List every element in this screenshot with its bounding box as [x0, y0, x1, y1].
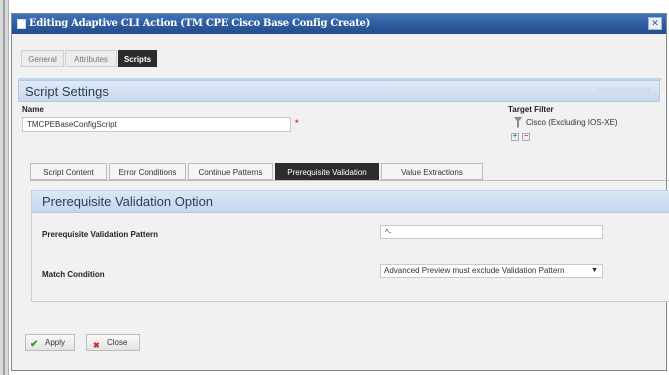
tab-continue-patterns[interactable]: Continue Patterns [188, 163, 273, 180]
prerequisite-validation-header: Prerequisite Validation Option [32, 191, 669, 213]
left-edge-stripe [3, 0, 5, 375]
tab-scripts[interactable]: Scripts [118, 50, 157, 67]
document-icon [17, 19, 26, 29]
close-x-icon: ✖ [93, 341, 100, 350]
dialog-titlebar[interactable]: Editing Adaptive CLI Action (TM CPE Cisc… [12, 14, 666, 34]
dialog-title: Editing Adaptive CLI Action (TM CPE Cisc… [29, 18, 371, 29]
tab-value-extractions[interactable]: Value Extractions [381, 163, 483, 180]
tab-script-content[interactable]: Script Content [30, 163, 107, 180]
required-marker: * [295, 118, 299, 128]
name-input[interactable]: TMCPEBaseConfigScript [22, 117, 291, 132]
close-button[interactable]: ✖ Close [86, 334, 140, 351]
tab-general[interactable]: General [21, 50, 64, 67]
match-condition-select[interactable]: Advanced Preview must exclude Validation… [380, 264, 603, 278]
sub-tab-underline [30, 180, 669, 181]
checkmark-icon: ✔ [30, 339, 39, 350]
script-settings-title: Script Settings [25, 84, 109, 99]
apply-button-label: Apply [45, 338, 66, 347]
validation-pattern-label: Prerequisite Validation Pattern [42, 230, 159, 239]
add-filter-icon[interactable]: + [511, 133, 519, 141]
match-condition-value: Advanced Preview must exclude Validation… [384, 266, 565, 275]
remove-filter-icon[interactable]: − [522, 133, 530, 141]
tab-prerequisite-validation[interactable]: Prerequisite Validation [275, 163, 379, 180]
target-filter-item[interactable]: Cisco (Excluding IOS-XE) [526, 118, 618, 127]
edit-action-dialog: Editing Adaptive CLI Action (TM CPE Cisc… [11, 13, 669, 371]
target-filter-label: Target Filter [508, 105, 554, 114]
dialog-close-icon[interactable]: ✕ [648, 17, 662, 30]
apply-button[interactable]: ✔ Apply [25, 334, 75, 351]
match-condition-label: Match Condition [42, 270, 105, 279]
script-sub-tab-bar: Script Content Error Conditions Continue… [30, 163, 483, 180]
close-button-label: Close [107, 338, 128, 347]
script-settings-header: Script Settings Fetch from Script [18, 80, 660, 102]
prerequisite-validation-panel: Prerequisite Validation Option Prerequis… [31, 190, 669, 302]
tab-attributes[interactable]: Attributes [65, 50, 117, 67]
left-edge-bar [0, 0, 9, 375]
prerequisite-validation-title: Prerequisite Validation Option [42, 194, 214, 209]
fetch-script-link[interactable]: Fetch from Script [598, 87, 651, 94]
filter-icon [514, 117, 522, 128]
name-label: Name [22, 105, 44, 114]
tab-error-conditions[interactable]: Error Conditions [109, 163, 186, 180]
dropdown-arrow-icon: ▼ [591, 267, 598, 274]
validation-pattern-input[interactable]: ^- [380, 225, 603, 239]
